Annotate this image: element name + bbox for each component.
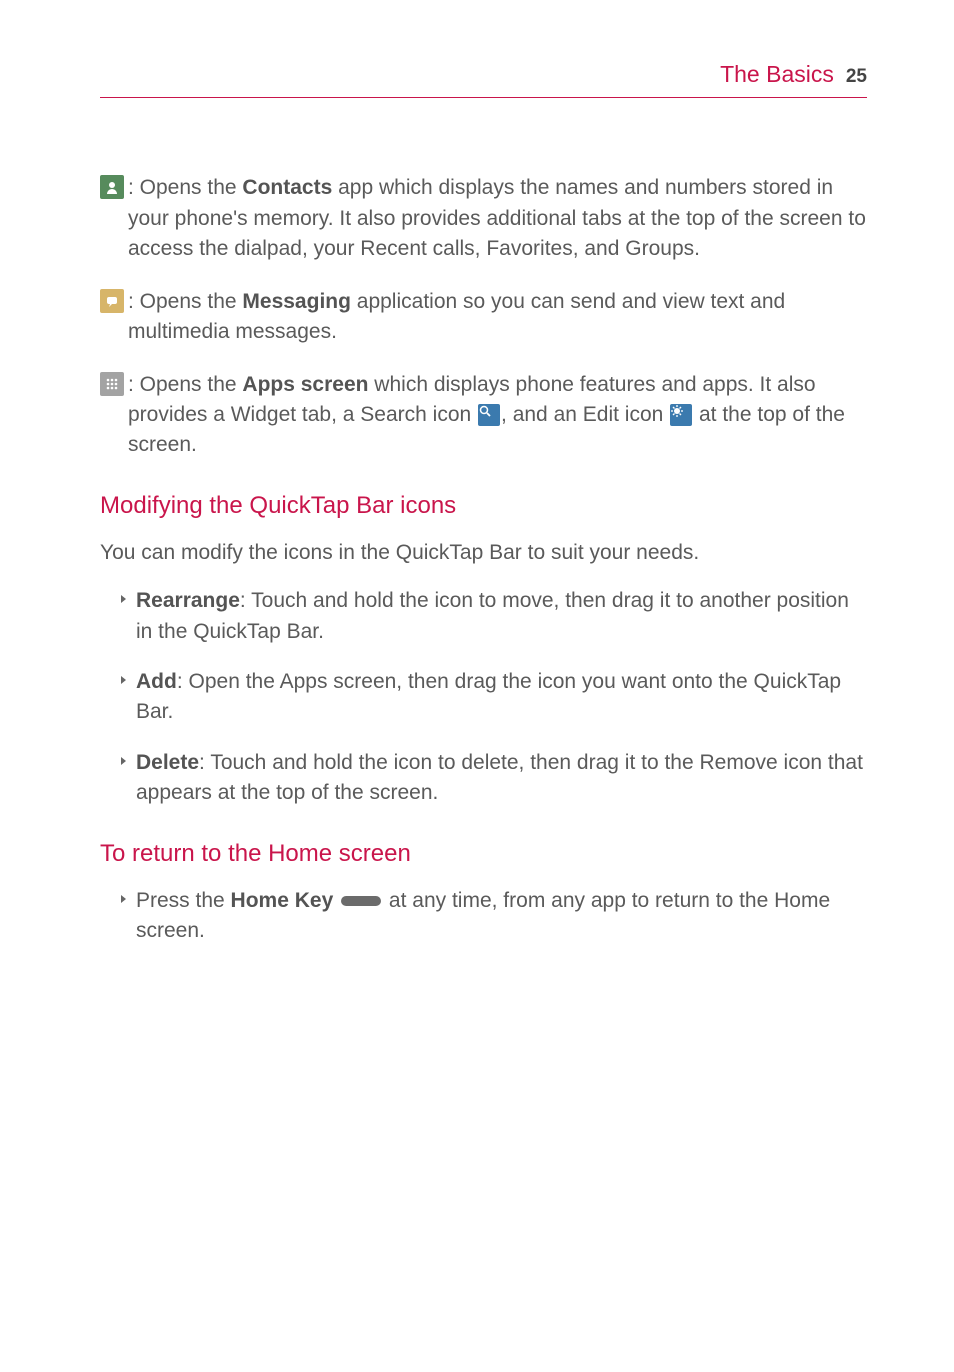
messaging-icon — [100, 289, 124, 313]
bullet-marker-icon — [120, 756, 128, 809]
bullet-marker-icon — [120, 894, 128, 947]
messaging-item: : Opens the Messaging application so you… — [100, 287, 867, 348]
page-header: The Basics 25 — [100, 58, 867, 98]
contacts-item: : Opens the Contacts app which displays … — [100, 173, 867, 264]
contacts-icon — [100, 175, 124, 199]
page-number: 25 — [846, 63, 867, 91]
header-title: The Basics — [720, 58, 834, 91]
section-heading-return: To return to the Home screen — [100, 837, 867, 872]
bullet-rearrange: Rearrange: Touch and hold the icon to mo… — [120, 586, 867, 647]
section-heading-modifying: Modifying the QuickTap Bar icons — [100, 489, 867, 524]
apps-text: : Opens the Apps screen which displays p… — [128, 370, 867, 461]
messaging-text: : Opens the Messaging application so you… — [128, 287, 867, 348]
bullet-marker-icon — [120, 594, 128, 647]
bullet-home: Press the Home Key at any time, from any… — [120, 886, 867, 947]
section1-intro: You can modify the icons in the QuickTap… — [100, 538, 867, 568]
home-key-icon — [341, 896, 381, 906]
bullet-delete: Delete: Touch and hold the icon to delet… — [120, 748, 867, 809]
apps-icon — [100, 372, 124, 396]
search-icon — [478, 404, 500, 426]
contacts-text: : Opens the Contacts app which displays … — [128, 173, 867, 264]
bullet-add: Add: Open the Apps screen, then drag the… — [120, 667, 867, 728]
edit-icon — [670, 404, 692, 426]
bullet-marker-icon — [120, 675, 128, 728]
apps-item: : Opens the Apps screen which displays p… — [100, 370, 867, 461]
